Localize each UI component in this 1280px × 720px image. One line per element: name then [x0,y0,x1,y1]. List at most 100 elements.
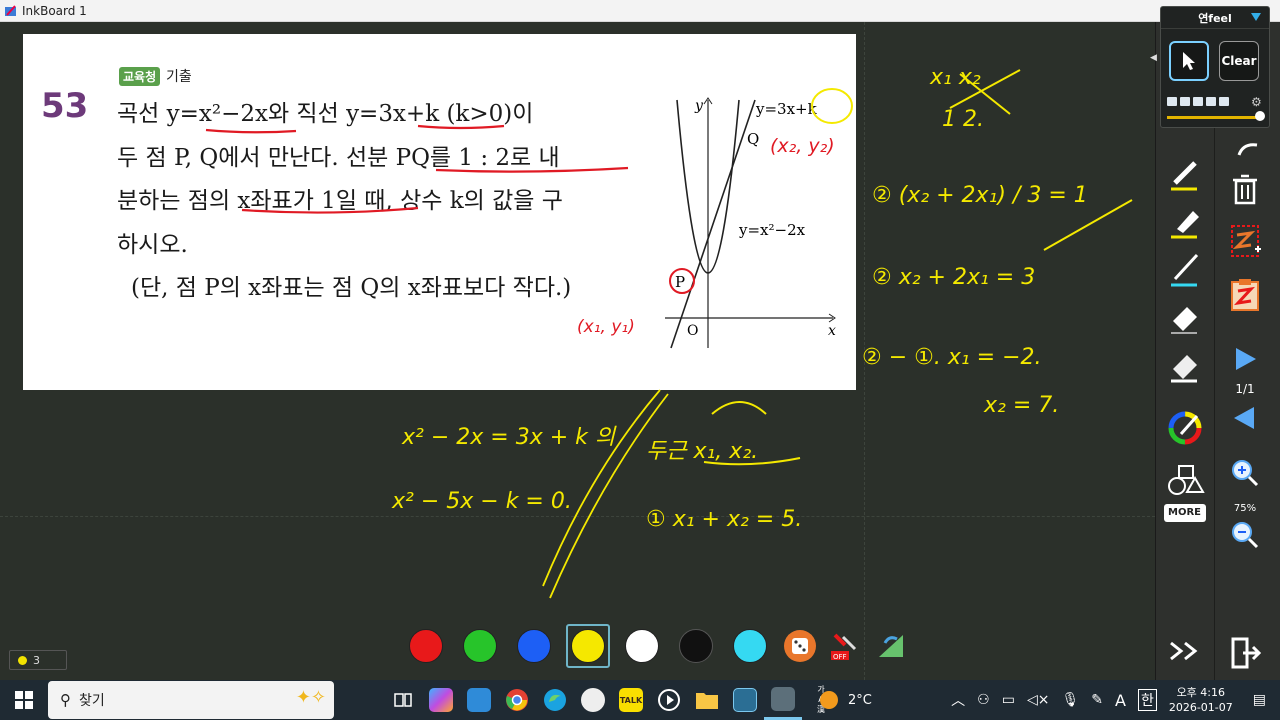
color-dot-red [409,629,443,663]
ime-mode-indicator[interactable]: 한 [1137,689,1157,711]
eraser-tool[interactable] [1164,296,1206,338]
zoom-in-button[interactable] [1224,452,1266,494]
color-dot-white [625,629,659,663]
clock[interactable]: 오후 4:16 2026-01-07 [1169,685,1233,715]
color-dot-green [463,629,497,663]
ink-sum-of-roots: ① x₁ + x₂ = 5. [646,507,802,532]
dice-button[interactable] [782,628,818,664]
exit-door-icon [1231,637,1262,669]
taskbar-search[interactable]: ⚲ 찾기 ✦✧ [48,681,334,719]
ink-x1-result: ② − ①. x₁ = −2. [862,345,1042,370]
speaker-muted-icon[interactable]: ◁× [1027,692,1050,708]
delete-button[interactable] [1224,168,1266,210]
prev-page-button[interactable] [1224,397,1266,439]
color-swatch-blue[interactable] [512,624,556,668]
pen-settings-popup: 연feel Clear ⚙ [1160,6,1270,128]
taskbar-app-media[interactable] [650,680,688,720]
inkboard-taskbar-icon [771,686,795,711]
view-mode-4-icon[interactable] [1206,97,1216,106]
highlighter-icon [1171,211,1199,239]
weather-widget[interactable]: 2°C [818,680,872,720]
highlighter-tool[interactable] [1164,200,1206,242]
svg-text:OFF: OFF [833,653,847,661]
triangle-left-icon [1234,407,1254,429]
view-mode-1-icon[interactable] [1167,97,1177,106]
taskbar-app-copilot[interactable] [422,680,460,720]
taskbar-app-remote[interactable] [460,680,498,720]
color-picker-tool[interactable] [1164,407,1206,449]
color-swatch-cyan[interactable] [728,624,772,668]
taskbar-app-chrome[interactable] [498,680,536,720]
task-view-button[interactable] [384,680,422,720]
ink-divider-stroke-1 [542,389,661,587]
pen-icon[interactable]: ✎ [1091,692,1103,708]
new-board-icon [1231,225,1261,257]
opacity-slider-track[interactable] [1167,116,1259,119]
system-tray: ︿ ⚇ ▭ ◁× 🎙 ✎ A 한 오후 4:16 2026-01-07 ▤ [945,680,1280,720]
yellow-circle-k [811,88,853,124]
pen-icon [1171,161,1197,191]
red-underline-x-coord [241,206,419,214]
ink-arc-roots [711,401,767,415]
microphone-icon[interactable]: 🎙 [1061,692,1079,708]
copilot-sparkle-icon: ✦✧ [295,687,326,708]
triangle-right-icon [1236,348,1256,370]
next-page-button[interactable] [1224,338,1266,380]
view-mode-2-icon[interactable] [1180,97,1190,106]
area-eraser-tool[interactable] [1164,344,1206,386]
zoom-out-button[interactable] [1224,514,1266,556]
clipboard-icon [1231,279,1259,311]
taskbar-app-paint[interactable] [574,680,612,720]
battery-icon[interactable]: ▭ [1002,692,1015,708]
clear-button[interactable]: Clear [1219,41,1259,81]
kakaotalk-icon: TALK [619,688,643,712]
pen-tool-1[interactable] [1164,152,1206,194]
cursor-mode-button[interactable] [1169,41,1209,81]
new-board-button[interactable] [1224,220,1266,262]
board-list-button[interactable] [1224,274,1266,316]
taskbar-app-edge[interactable] [536,680,574,720]
copilot-icon [429,688,453,712]
ink-eq-quadratic: x² − 5x − k = 0. [391,489,572,514]
dropdown-arrow-icon[interactable] [1251,13,1261,21]
color-swatch-green[interactable] [458,624,502,668]
play-icon [658,689,680,711]
network-app-icon[interactable]: ⚇ [977,692,990,708]
video-icon[interactable] [1219,97,1229,106]
taskbar-app-explorer[interactable] [688,680,726,720]
paint-icon [581,688,605,712]
start-button[interactable] [0,680,48,720]
exit-button[interactable] [1224,632,1266,674]
notification-icon[interactable]: ▤ [1253,692,1266,708]
more-button[interactable]: MORE [1162,492,1208,534]
folder-icon [696,693,718,709]
double-chevron-right-icon [1170,641,1198,661]
inkboard-app-icon [5,4,16,16]
color-swatch-white[interactable] [620,624,664,668]
collapse-toolbar-button[interactable] [1164,630,1206,672]
color-swatch-black[interactable] [674,624,718,668]
color-wheel-icon [1168,411,1202,445]
notes-icon [733,688,757,712]
opacity-slider-handle[interactable] [1255,111,1265,121]
gear-icon[interactable]: ⚙ [1251,95,1262,109]
page-indicator[interactable]: 3 [9,650,67,670]
taskbar-app-notes[interactable] [726,680,764,720]
taskbar-app-inkboard[interactable] [764,680,802,720]
chevron-up-icon[interactable]: ︿ [951,690,965,710]
popup-left-arrow-icon[interactable]: ◀ [1150,53,1157,63]
color-swatch-yellow[interactable] [566,624,610,668]
yellow-dot-icon [18,655,27,665]
color-swatch-red[interactable] [404,624,448,668]
language-indicator[interactable]: A [1115,691,1126,710]
taskbar-app-kakaotalk[interactable]: TALK [612,680,650,720]
popup-header[interactable]: 연feel [1161,7,1269,29]
brush-tool[interactable] [1164,248,1206,290]
zoom-in-icon [1232,460,1259,487]
color-dot-blue [517,629,551,663]
brush-icon [1171,253,1199,287]
view-mode-3-icon[interactable] [1193,97,1203,106]
undo-button[interactable] [1226,130,1268,172]
off-toggle-button[interactable]: OFF [828,628,864,664]
ruler-tool-button[interactable] [874,628,910,664]
